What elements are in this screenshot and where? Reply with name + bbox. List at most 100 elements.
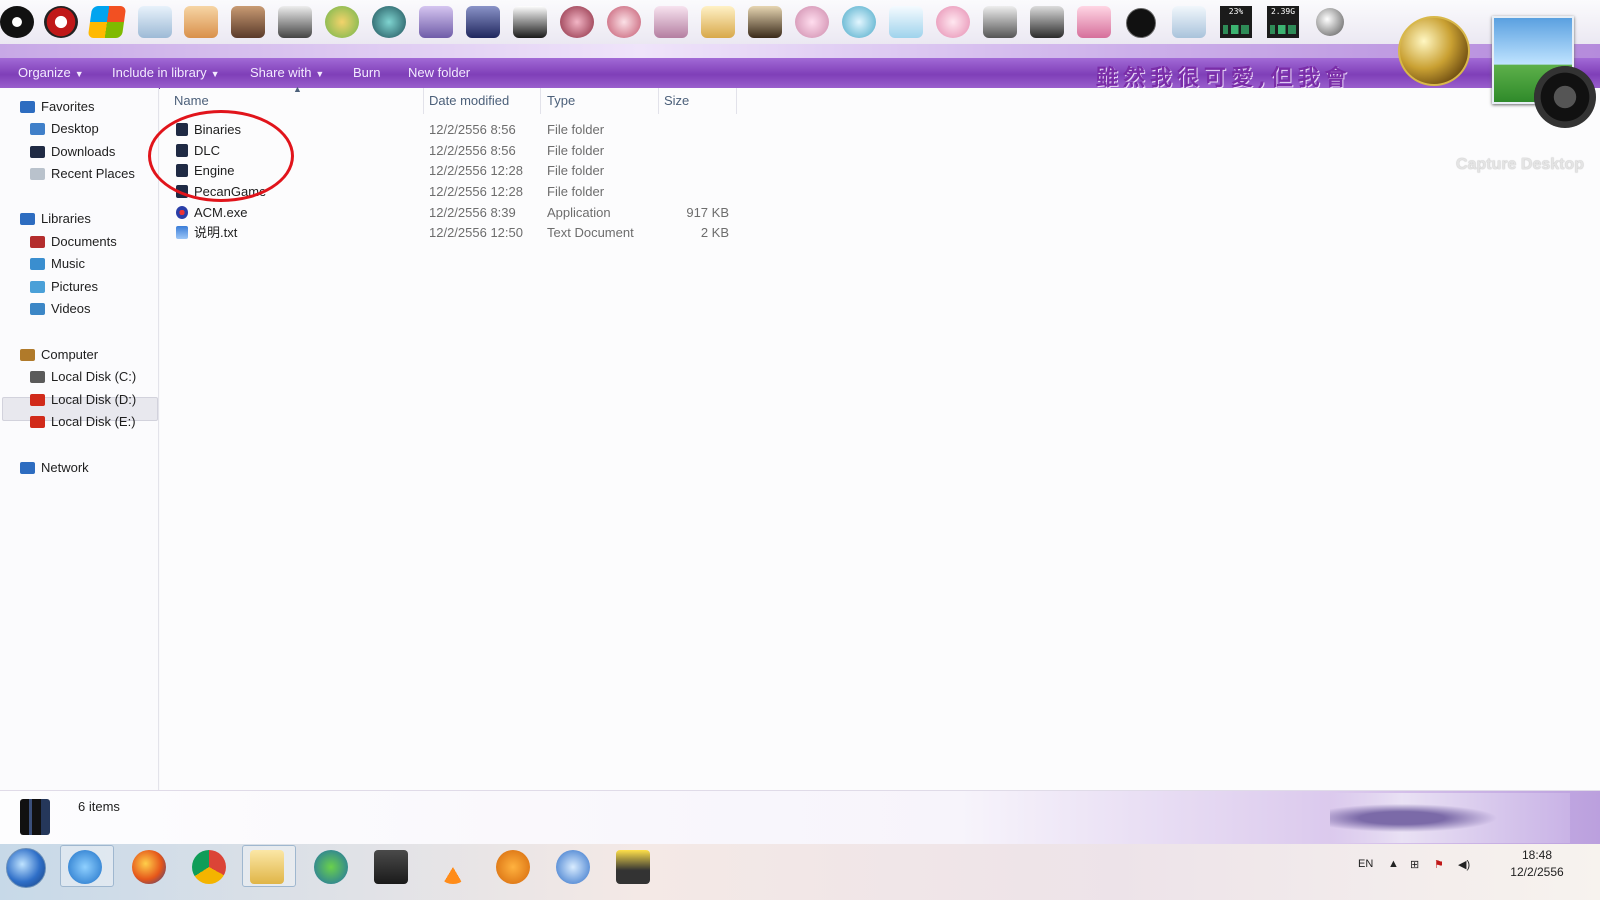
nav-local-disk-d[interactable]: Local Disk (D:) <box>30 390 136 410</box>
anime-15-icon[interactable] <box>889 6 923 38</box>
column-header-type[interactable]: Type <box>547 93 575 108</box>
computer-icon <box>20 349 35 361</box>
chevron-down-icon: ▼ <box>315 69 325 79</box>
nav-videos[interactable]: Videos <box>30 299 91 319</box>
column-header-name[interactable]: Name <box>174 93 209 108</box>
language-indicator[interactable]: EN <box>1358 858 1373 870</box>
file-row-readme-txt[interactable]: 说明.txt 12/2/2556 12:50 Text Document 2 K… <box>174 222 746 243</box>
show-hidden-icons-icon[interactable]: ▲ <box>1388 858 1399 870</box>
new-folder-button[interactable]: New folder <box>408 65 470 80</box>
anime-3-icon[interactable] <box>278 6 312 38</box>
globe-gadget-icon[interactable] <box>1398 16 1470 86</box>
capture-desktop-label[interactable]: Capture Desktop <box>1456 156 1584 174</box>
nav-local-disk-c[interactable]: Local Disk (C:) <box>30 367 136 387</box>
anime-19-icon[interactable] <box>1077 6 1111 38</box>
anime-7-icon[interactable] <box>513 6 547 38</box>
thunder-icon[interactable] <box>556 850 590 884</box>
start-button[interactable] <box>6 848 46 888</box>
nav-documents[interactable]: Documents <box>30 232 117 252</box>
drive-icon <box>30 416 45 428</box>
drive-icon <box>30 394 45 406</box>
nav-network[interactable]: Network <box>20 458 89 478</box>
firefox-icon[interactable] <box>132 850 166 884</box>
dvd-anime-icon[interactable] <box>466 6 500 38</box>
column-divider[interactable] <box>658 88 659 114</box>
nav-favorites[interactable]: Favorites <box>20 97 94 117</box>
pictures-icon <box>30 281 45 293</box>
network-tray-icon[interactable]: ⊞ <box>1410 858 1419 871</box>
recycle-bin-icon[interactable] <box>138 6 172 38</box>
nav-computer[interactable]: Computer <box>20 345 98 365</box>
anime-14-icon[interactable] <box>842 6 876 38</box>
navigation-pane: Favorites Desktop Downloads Recent Place… <box>0 88 159 808</box>
share-with-button[interactable]: Share with ▼ <box>250 65 324 80</box>
anime-11-icon[interactable] <box>701 6 735 38</box>
windows-flag-icon[interactable] <box>87 6 127 38</box>
drive-icon <box>30 371 45 383</box>
anime-4-icon[interactable] <box>325 6 359 38</box>
monitor-app-icon[interactable] <box>374 850 408 884</box>
include-in-library-button[interactable]: Include in library ▼ <box>112 65 220 80</box>
nav-libraries[interactable]: Libraries <box>20 209 91 229</box>
file-date: 12/2/2556 8:56 <box>429 143 516 158</box>
desktop-dock: 23% 2.39G <box>0 0 1600 44</box>
column-divider[interactable] <box>423 88 424 114</box>
anime-12-icon[interactable] <box>748 6 782 38</box>
sort-up-icon: ▲ <box>293 84 302 94</box>
anime-17-icon[interactable] <box>983 6 1017 38</box>
clock-icon[interactable] <box>1126 8 1156 38</box>
organize-button[interactable]: Organize ▼ <box>18 65 84 80</box>
anime-5-icon[interactable] <box>372 6 406 38</box>
anime-2-icon[interactable] <box>231 6 265 38</box>
file-name: ACM.exe <box>194 205 248 220</box>
anime-13-icon[interactable] <box>795 6 829 38</box>
chevron-down-icon: ▼ <box>210 69 220 79</box>
downloads-icon <box>30 146 45 158</box>
nav-music[interactable]: Music <box>30 254 85 274</box>
anime-18-icon[interactable] <box>1030 6 1064 38</box>
anime-8-icon[interactable] <box>560 6 594 38</box>
column-divider[interactable] <box>736 88 737 114</box>
text-document-icon <box>176 226 188 239</box>
file-row-acm-exe[interactable]: ACM.exe 12/2/2556 8:39 Application 917 K… <box>174 202 746 223</box>
chrome-icon[interactable] <box>192 850 226 884</box>
recycle-bin-2-icon[interactable] <box>1172 6 1206 38</box>
file-date: 12/2/2556 8:39 <box>429 205 516 220</box>
cpu-meter: 23% <box>1220 6 1252 38</box>
nav-downloads[interactable]: Downloads <box>30 142 115 162</box>
nav-desktop[interactable]: Desktop <box>30 119 99 139</box>
anime-6-icon[interactable] <box>419 6 453 38</box>
nav-recent-places[interactable]: Recent Places <box>30 164 135 184</box>
file-type: File folder <box>547 163 605 178</box>
command-bar: Organize ▼ Include in library ▼ Share with… <box>0 58 1600 89</box>
media-app-icon[interactable] <box>496 850 530 884</box>
documents-icon <box>30 236 45 248</box>
column-header-date-modified[interactable]: Date modified <box>429 93 509 108</box>
file-date: 12/2/2556 12:28 <box>429 184 523 199</box>
capture-desktop-gadget[interactable] <box>1488 16 1600 136</box>
volume-icon[interactable]: ◀) <box>1458 858 1470 871</box>
moon-icon[interactable] <box>1316 8 1344 36</box>
action-center-flag-icon[interactable]: ⚑ <box>1434 858 1444 871</box>
red-annotation-circle <box>148 110 294 202</box>
system-clock[interactable]: 18:48 12/2/2556 <box>1500 847 1574 881</box>
file-name: 说明.txt <box>194 225 238 240</box>
nav-local-disk-e[interactable]: Local Disk (E:) <box>30 412 136 432</box>
column-header-size[interactable]: Size <box>664 93 689 108</box>
anime-16-icon[interactable] <box>936 6 970 38</box>
network-globe-icon[interactable] <box>314 850 348 884</box>
nav-pictures[interactable]: Pictures <box>30 277 98 297</box>
terminal-app-icon[interactable] <box>616 850 650 884</box>
burn-button[interactable]: Burn <box>353 65 380 80</box>
anime-1-icon[interactable] <box>184 6 218 38</box>
details-pane: 6 items <box>0 790 1600 845</box>
anime-9-icon[interactable] <box>607 6 641 38</box>
file-explorer-icon[interactable] <box>250 850 284 884</box>
internet-explorer-icon[interactable] <box>68 850 102 884</box>
app-red-icon[interactable] <box>44 6 78 38</box>
column-divider[interactable] <box>540 88 541 114</box>
vlc-icon[interactable] <box>436 850 470 884</box>
steam-icon[interactable] <box>0 6 34 38</box>
anime-10-icon[interactable] <box>654 6 688 38</box>
camera-icon <box>1534 66 1596 128</box>
